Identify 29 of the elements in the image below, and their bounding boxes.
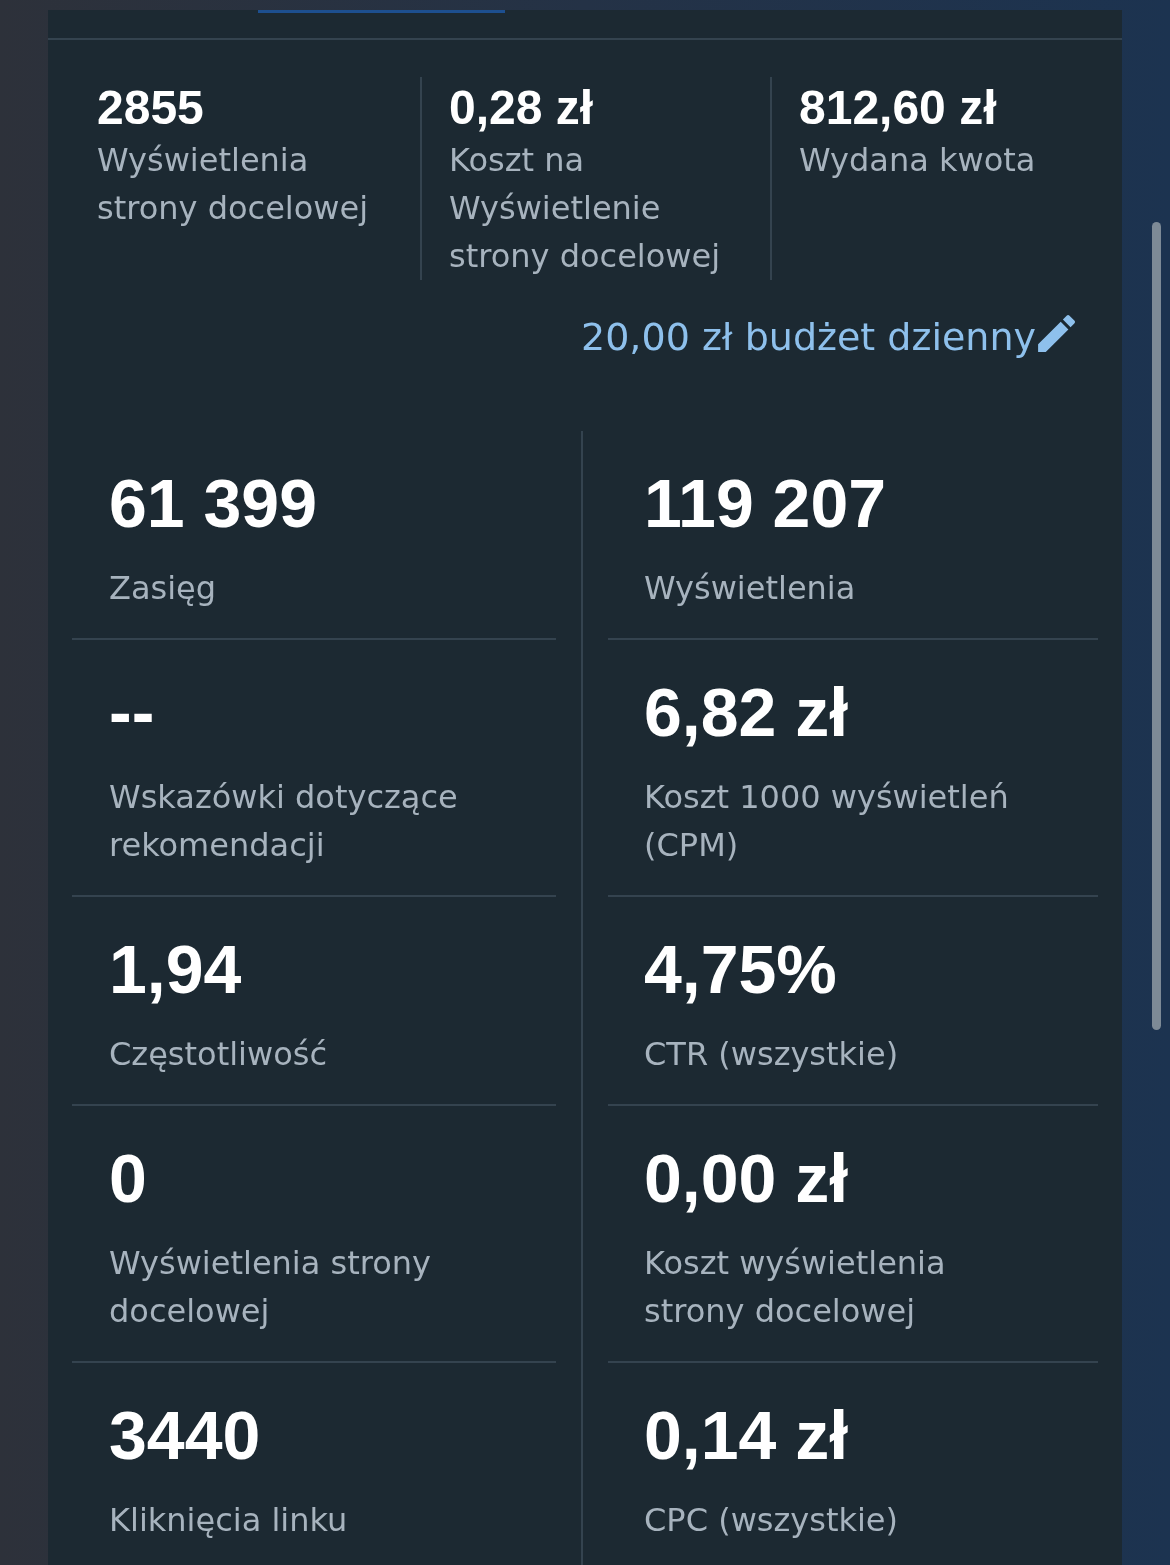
metric-value: 4,75% [644,930,837,1009]
summary-label: Wydana kwota [799,140,1037,181]
budget-link[interactable]: 20,00 zł budżet dzienny [581,313,1075,361]
metric-value: 0,14 zł [644,1396,849,1475]
metric-label: Koszt wyświetlenia strony docelowej [644,1243,947,1332]
scrollbar-thumb[interactable] [1152,222,1161,1030]
metric-value: -- [109,673,155,752]
metric-value: 119 207 [644,464,887,543]
metric-label: Kliknięcia linku [109,1500,349,1541]
metric-label: Wyświetlenia strony docelowej [109,1243,432,1332]
metric-label: Wyświetlenia [644,568,857,609]
metric-label: CTR (wszystkie) [644,1034,900,1075]
metric-value: 3440 [109,1396,261,1475]
metric-value: 1,94 [109,930,242,1009]
metric-value: 0,00 zł [644,1139,849,1218]
metric-label: Zasięg [109,568,218,609]
metric-label: Częstotliwość [109,1034,328,1075]
metric-label: CPC (wszystkie) [644,1500,900,1541]
summary-value: 2855 [97,80,204,136]
metric-value: 61 399 [109,464,317,543]
summary-value: 812,60 zł [799,80,997,136]
metric-value: 0 [109,1139,147,1218]
metric-value: 6,82 zł [644,673,849,752]
pencil-icon [1038,314,1075,352]
summary-label: Koszt na Wyświetlenie strony docelowej [449,140,722,277]
summary-label: Wyświetlenia strony docelowej [97,140,370,229]
metric-label: Koszt 1000 wyświetleń (CPM) [644,777,1010,866]
summary-value: 0,28 zł [449,80,594,136]
metric-label: Wskazówki dotyczące rekomendacji [109,777,459,866]
